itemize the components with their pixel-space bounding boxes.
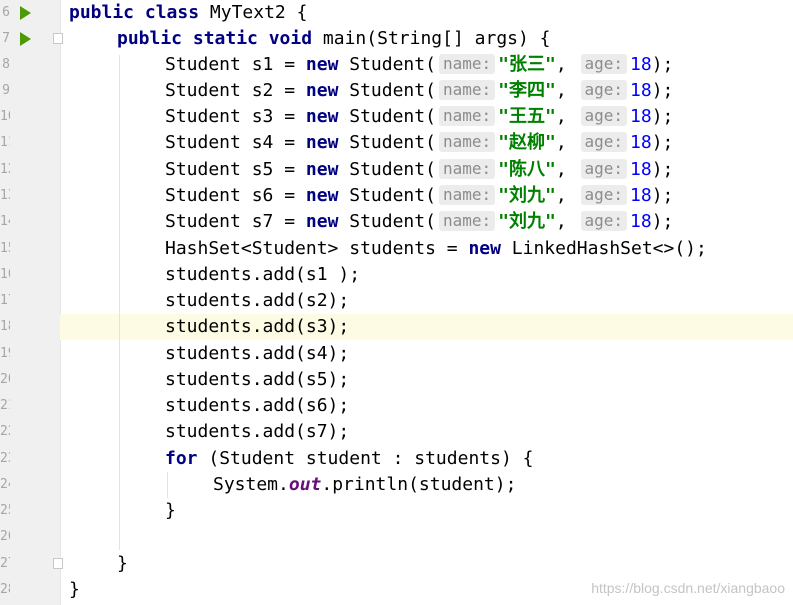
line-number: 15 <box>0 241 10 256</box>
code-line[interactable]: 27 } <box>0 551 793 577</box>
line-number: 6 <box>2 5 10 20</box>
code-line[interactable]: 12 Student s5 = new Student(name:"陈八", a… <box>0 157 793 183</box>
param-hint: name: <box>438 132 496 152</box>
code-text: Student s1 = new Student(name: "张三", age:… <box>165 54 674 75</box>
line-number: 20 <box>0 372 10 387</box>
fold-icon[interactable] <box>53 558 63 569</box>
code-line[interactable]: 21 students.add(s6); <box>0 393 793 419</box>
line-number: 11 <box>0 135 10 150</box>
code-text: System.out.println(student); <box>213 474 517 495</box>
code-editor[interactable]: 6 public class MyText2 { 7 public static… <box>0 0 793 605</box>
param-hint: age: <box>580 80 628 100</box>
code-line[interactable]: 23 for (Student student : students) { <box>0 446 793 472</box>
watermark: https://blog.csdn.net/xiangbaoo <box>591 580 785 596</box>
line-number: 10 <box>0 109 10 124</box>
param-hint: age: <box>580 54 628 74</box>
param-hint: name: <box>438 80 496 100</box>
line-number: 17 <box>0 293 10 308</box>
line-number: 22 <box>0 424 10 439</box>
code-text: Student s7 = new Student(name: "刘九", age:… <box>165 211 674 232</box>
code-text: } <box>117 553 128 574</box>
code-line[interactable]: 22 students.add(s7); <box>0 419 793 445</box>
param-hint: age: <box>580 211 628 231</box>
line-number: 19 <box>0 346 10 361</box>
line-number: 28 <box>0 582 10 597</box>
code-line[interactable]: 26 <box>0 524 793 550</box>
line-number: 23 <box>0 451 10 466</box>
line-number: 7 <box>2 31 10 46</box>
line-number: 12 <box>0 162 10 177</box>
code-line[interactable]: 13 Student s6 = new Student(name:"刘九", a… <box>0 183 793 209</box>
line-number: 25 <box>0 503 10 518</box>
code-line[interactable]: 14 Student s7 = new Student(name:"刘九", a… <box>0 209 793 235</box>
code-text: students.add(s1 ); <box>165 264 361 285</box>
code-line[interactable]: 15 HashSet<Student> students = new Linke… <box>0 236 793 262</box>
code-line[interactable]: 10 Student s3 = new Student(name:"王五", a… <box>0 104 793 130</box>
line-number: 13 <box>0 188 10 203</box>
code-line-current[interactable]: 18 students.add(s3); <box>0 314 793 340</box>
code-line[interactable]: 7 public static void main(String[] args)… <box>0 26 793 52</box>
code-text: Student s3 = new Student(name: "王五", age:… <box>165 106 674 127</box>
code-text: Student s6 = new Student(name: "刘九", age:… <box>165 185 674 206</box>
code-line[interactable]: 25 } <box>0 498 793 524</box>
param-hint: name: <box>438 211 496 231</box>
code-text: students.add(s3); <box>165 316 350 337</box>
line-number: 18 <box>0 319 10 334</box>
param-hint: name: <box>438 185 496 205</box>
code-text: students.add(s2); <box>165 290 350 311</box>
code-text: } <box>165 500 176 521</box>
line-number: 8 <box>2 57 10 72</box>
code-text: public class MyText2 { <box>69 2 308 23</box>
param-hint: age: <box>580 132 628 152</box>
code-text: students.add(s4); <box>165 343 350 364</box>
code-text: students.add(s6); <box>165 395 350 416</box>
code-text: for (Student student : students) { <box>165 448 534 469</box>
code-text: Student s4 = new Student(name: "赵柳", age:… <box>165 132 674 153</box>
code-line[interactable]: 16 students.add(s1 ); <box>0 262 793 288</box>
line-number: 14 <box>0 214 10 229</box>
line-number: 9 <box>2 83 10 98</box>
param-hint: age: <box>580 159 628 179</box>
run-icon[interactable] <box>20 6 31 20</box>
code-line[interactable]: 20 students.add(s5); <box>0 367 793 393</box>
param-hint: age: <box>580 185 628 205</box>
code-text: Student s2 = new Student(name: "李四", age:… <box>165 80 674 101</box>
param-hint: name: <box>438 54 496 74</box>
fold-icon[interactable] <box>53 33 63 44</box>
code-text: public static void main(String[] args) { <box>117 28 551 49</box>
param-hint: name: <box>438 159 496 179</box>
line-number: 27 <box>0 556 10 571</box>
code-line[interactable]: 11 Student s4 = new Student(name:"赵柳", a… <box>0 130 793 156</box>
code-line[interactable]: 17 students.add(s2); <box>0 288 793 314</box>
param-hint: name: <box>438 106 496 126</box>
line-number: 26 <box>0 529 10 544</box>
param-hint: age: <box>580 106 628 126</box>
code-line[interactable]: 19 students.add(s4); <box>0 341 793 367</box>
run-icon[interactable] <box>20 32 31 46</box>
code-text: students.add(s5); <box>165 369 350 390</box>
code-line[interactable]: 24 System.out.println(student); <box>0 472 793 498</box>
code-text: students.add(s7); <box>165 421 350 442</box>
code-line[interactable]: 8 Student s1 = new Student(name: "张三", ag… <box>0 52 793 78</box>
line-number: 21 <box>0 398 10 413</box>
line-number: 24 <box>0 477 10 492</box>
code-text: Student s5 = new Student(name: "陈八", age:… <box>165 159 674 180</box>
line-number: 16 <box>0 267 10 282</box>
code-line[interactable]: 6 public class MyText2 { <box>0 0 793 26</box>
code-line[interactable]: 9 Student s2 = new Student(name: "李四", ag… <box>0 78 793 104</box>
code-text: } <box>69 579 80 600</box>
code-text: HashSet<Student> students = new LinkedHa… <box>165 238 707 259</box>
